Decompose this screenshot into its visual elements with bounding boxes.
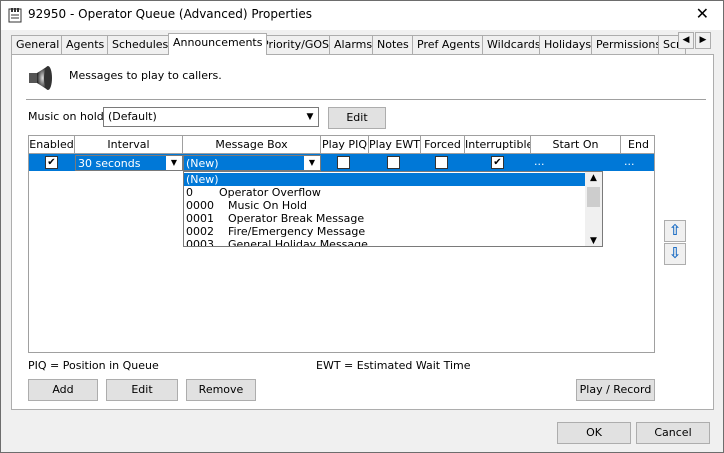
end-value[interactable]: ... — [624, 154, 635, 171]
ewt-legend: EWT = Estimated Wait Time — [316, 359, 471, 372]
chevron-down-icon[interactable]: ▼ — [585, 236, 602, 246]
tab-general[interactable]: General — [11, 35, 65, 55]
interruptible-checkbox[interactable]: ✔ — [491, 156, 504, 169]
column-header-play-piq[interactable]: Play PIQ — [321, 136, 369, 154]
chevron-down-icon[interactable]: ▼ — [304, 156, 320, 170]
tab-holidays[interactable]: Holidays — [539, 35, 597, 55]
tab-priority-gos[interactable]: Priority/GOS — [257, 35, 335, 55]
play-piq-checkbox[interactable] — [337, 156, 350, 169]
music-on-hold-edit-button[interactable]: Edit — [328, 107, 386, 129]
list-item-name: General Holiday Message — [228, 238, 368, 247]
forced-checkbox[interactable] — [435, 156, 448, 169]
list-item[interactable]: 0002 Fire/Emergency Message — [184, 225, 586, 238]
list-item-code: 0003 — [186, 238, 214, 247]
column-header-forced[interactable]: Forced — [421, 136, 465, 154]
message-box-combo[interactable]: (New) ▼ — [183, 155, 321, 171]
piq-legend: PIQ = Position in Queue — [28, 359, 159, 372]
list-item-name: Fire/Emergency Message — [228, 225, 366, 238]
tab-announcements[interactable]: Announcements — [168, 33, 268, 55]
list-item[interactable]: 0000 Music On Hold — [184, 199, 586, 212]
message-box-dropdown-list[interactable]: (New) 0 Operator Overflow 0000 Music On … — [183, 171, 603, 247]
list-item-code: 0001 — [186, 212, 214, 225]
interval-combo[interactable]: 30 seconds ▼ — [75, 155, 183, 171]
queue-app-icon — [8, 8, 22, 23]
tab-permissions[interactable]: Permissions — [591, 35, 667, 55]
play-ewt-checkbox[interactable] — [387, 156, 400, 169]
column-header-play-ewt[interactable]: Play EWT — [369, 136, 421, 154]
announcements-panel: Messages to play to callers. Music on ho… — [11, 54, 714, 410]
speaker-icon — [29, 66, 52, 90]
list-item-code: 0002 — [186, 225, 214, 238]
tab-strip: General Agents Schedules Announcements P… — [11, 33, 713, 55]
music-on-hold-value: (Default) — [108, 110, 157, 123]
list-item[interactable]: (New) — [184, 173, 586, 186]
column-header-interval[interactable]: Interval — [75, 136, 183, 154]
dropdown-scrollbar[interactable]: ▲ ▼ — [585, 172, 602, 246]
cancel-button[interactable]: Cancel — [636, 422, 710, 444]
tab-notes[interactable]: Notes — [372, 35, 414, 55]
edit-button[interactable]: Edit — [106, 379, 178, 401]
column-header-start-on[interactable]: Start On — [531, 136, 621, 154]
start-on-value[interactable]: ... — [534, 154, 545, 171]
list-item-name: Operator Overflow — [219, 186, 321, 199]
move-up-arrow-icon[interactable]: ⇧ — [664, 220, 686, 242]
interval-value: 30 seconds — [78, 157, 141, 170]
column-header-end[interactable]: End — [621, 136, 654, 154]
tab-scroll-left-icon[interactable]: ◀ — [678, 32, 694, 49]
list-item-code: 0 — [186, 186, 193, 199]
play-record-button[interactable]: Play / Record — [576, 379, 655, 401]
tab-scroll-right-icon[interactable]: ▶ — [695, 32, 711, 49]
column-header-interruptible[interactable]: Interruptible — [465, 136, 531, 154]
list-item-code: 0000 — [186, 199, 214, 212]
ok-button[interactable]: OK — [557, 422, 631, 444]
column-header-enabled[interactable]: Enabled — [29, 136, 75, 154]
properties-window: 92950 - Operator Queue (Advanced) Proper… — [0, 0, 724, 453]
scrollbar-thumb[interactable] — [587, 187, 600, 207]
announcements-grid: Enabled Interval Message Box Play PIQ Pl… — [28, 135, 655, 353]
music-on-hold-select[interactable]: (Default) ▼ — [103, 107, 319, 127]
remove-button[interactable]: Remove — [186, 379, 256, 401]
list-item[interactable]: 0003 General Holiday Message — [184, 238, 586, 247]
list-item-name: Operator Break Message — [228, 212, 365, 225]
move-down-arrow-icon[interactable]: ⇩ — [664, 243, 686, 265]
panel-description: Messages to play to callers. — [69, 69, 222, 82]
list-item[interactable]: 0001 Operator Break Message — [184, 212, 586, 225]
add-button[interactable]: Add — [28, 379, 98, 401]
tab-wildcards[interactable]: Wildcards — [482, 35, 546, 55]
list-item[interactable]: 0 Operator Overflow — [184, 186, 586, 199]
column-header-message-box[interactable]: Message Box — [183, 136, 321, 154]
chevron-up-icon[interactable]: ▲ — [585, 173, 602, 183]
tab-alarms[interactable]: Alarms — [329, 35, 378, 55]
list-item-name: Music On Hold — [228, 199, 307, 212]
tab-agents[interactable]: Agents — [61, 35, 110, 55]
divider — [26, 99, 706, 100]
tab-pref-agents[interactable]: Pref Agents — [412, 35, 486, 55]
enabled-checkbox[interactable]: ✔ — [45, 156, 58, 169]
chevron-down-icon[interactable]: ▼ — [302, 108, 318, 126]
list-item-code: (New) — [186, 173, 219, 186]
title-bar: 92950 - Operator Queue (Advanced) Proper… — [1, 1, 723, 30]
tab-schedules[interactable]: Schedules — [107, 35, 174, 55]
window-title: 92950 - Operator Queue (Advanced) Proper… — [28, 7, 312, 21]
close-icon[interactable]: ✕ — [696, 5, 709, 23]
chevron-down-icon[interactable]: ▼ — [166, 156, 182, 170]
music-on-hold-label: Music on hold: — [28, 110, 108, 123]
